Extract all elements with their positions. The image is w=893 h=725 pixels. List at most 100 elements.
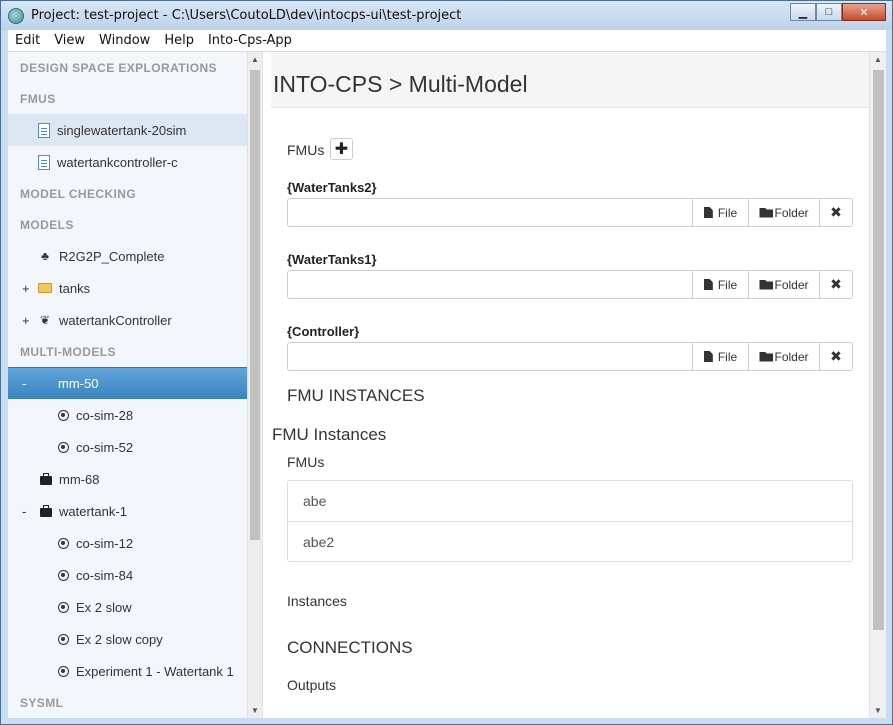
fmu-path-input[interactable] — [288, 271, 693, 298]
fmu-path-input[interactable] — [288, 343, 693, 370]
multi-model-label: mm-68 — [59, 471, 100, 487]
fmus-label: FMUs — [287, 142, 325, 158]
fmu-item-label: singlewatertank-20sim — [57, 122, 187, 138]
cosim-item[interactable]: Experiment 1 - Watertank 1 — [8, 655, 248, 687]
page-header: INTO-CPS > Multi-Model — [271, 52, 869, 108]
cosim-item[interactable]: co-sim-52 — [8, 431, 248, 463]
file-button[interactable]: File — [693, 199, 749, 226]
cosim-item[interactable]: Ex 2 slow — [8, 591, 248, 623]
menu-view[interactable]: View — [47, 33, 92, 48]
section-dse[interactable]: DESIGN SPACE EXPLORATIONS — [8, 52, 262, 83]
file-icon — [703, 207, 713, 218]
cosim-item[interactable]: co-sim-12 — [8, 527, 248, 559]
model-item-watertankcontroller[interactable]: + ❦ watertankController — [8, 304, 248, 336]
model-item-label: tanks — [59, 280, 91, 296]
cosim-label: co-sim-12 — [76, 535, 134, 551]
remove-fmu-button[interactable]: ✖ — [820, 343, 852, 370]
model-item-label: watertankController — [59, 312, 172, 328]
expand-toggle[interactable]: + — [22, 313, 32, 328]
minimize-button[interactable]: ▁ — [790, 3, 816, 21]
menu-help[interactable]: Help — [157, 33, 201, 48]
client-area: DESIGN SPACE EXPLORATIONS FMUS singlewat… — [8, 52, 886, 718]
file-icon — [38, 154, 50, 170]
scroll-up-icon[interactable]: ▲ — [251, 55, 259, 64]
cosim-icon — [58, 441, 69, 453]
file-button-label: File — [717, 349, 738, 364]
folder-icon — [759, 351, 774, 362]
model-item-r2g2p[interactable]: ♣ R2G2P_Complete — [8, 240, 248, 272]
expand-toggle[interactable]: + — [22, 281, 32, 296]
folder-button-label: Folder — [774, 277, 809, 292]
section-multi-models[interactable]: MULTI-MODELS — [8, 336, 262, 367]
cosim-label: co-sim-28 — [76, 407, 134, 423]
cosim-item[interactable]: co-sim-84 — [8, 559, 248, 591]
section-sysml[interactable]: SYSML — [8, 687, 262, 718]
maximize-button[interactable]: □ — [816, 3, 842, 21]
sidebar-scroll-thumb[interactable] — [250, 70, 260, 540]
title-bar[interactable]: Project: test-project - C:\Users\CoutoLD… — [1, 1, 892, 30]
main-scrollbar[interactable]: ▲ ▼ — [869, 52, 886, 718]
folder-button[interactable]: Folder — [749, 199, 820, 226]
app-logo-icon — [8, 7, 24, 24]
fmu-list-item[interactable]: abe2 — [288, 521, 852, 561]
folder-icon — [759, 207, 774, 218]
folder-button[interactable]: Folder — [749, 343, 820, 370]
fmu-name: {WaterTanks1} — [287, 252, 377, 267]
project-browser: DESIGN SPACE EXPLORATIONS FMUS singlewat… — [8, 52, 263, 718]
collapse-toggle[interactable]: - — [22, 376, 32, 391]
cosim-icon — [58, 409, 69, 421]
fmu-item-watertankcontroller[interactable]: watertankcontroller-c — [8, 146, 248, 178]
multi-model-mm-68[interactable]: mm-68 — [8, 463, 248, 495]
cosim-label: Ex 2 slow — [76, 599, 132, 615]
cosim-label: Experiment 1 - Watertank 1 — [76, 663, 234, 679]
folder-button[interactable]: Folder — [749, 271, 820, 298]
sidebar-scrollbar[interactable]: ▲ ▼ — [247, 52, 262, 718]
scroll-down-icon[interactable]: ▼ — [874, 706, 882, 715]
fmu-path-input[interactable] — [288, 199, 693, 226]
menu-window[interactable]: Window — [92, 33, 157, 48]
instances-label: Instances — [287, 593, 347, 609]
cosim-icon — [58, 633, 69, 645]
section-fmus[interactable]: FMUS — [8, 83, 262, 114]
cosim-label: co-sim-84 — [76, 567, 134, 583]
add-fmu-button[interactable]: ✚ — [330, 138, 353, 160]
outputs-label: Outputs — [287, 677, 337, 693]
model-item-label: R2G2P_Complete — [59, 248, 165, 264]
close-window-button[interactable]: ✕ — [842, 3, 886, 21]
collapse-toggle[interactable]: - — [22, 504, 32, 519]
file-icon — [703, 279, 713, 290]
model-item-tanks[interactable]: + tanks — [8, 272, 248, 304]
cosim-label: Ex 2 slow copy — [76, 631, 163, 647]
cosim-item[interactable]: co-sim-28 — [8, 399, 248, 431]
briefcase-icon — [40, 472, 52, 485]
window-controls: ▁ □ ✕ — [790, 3, 886, 21]
fmu-name: {Controller} — [287, 324, 360, 339]
fmu-item-label: watertankcontroller-c — [57, 154, 178, 170]
cosim-label: co-sim-52 — [76, 439, 134, 455]
file-button-label: File — [717, 205, 738, 220]
section-models[interactable]: MODELS — [8, 209, 262, 240]
remove-fmu-button[interactable]: ✖ — [820, 271, 852, 298]
main-scroll-thumb[interactable] — [873, 70, 884, 630]
scroll-down-icon[interactable]: ▼ — [251, 706, 259, 715]
multi-model-watertank-1[interactable]: - watertank-1 — [8, 495, 248, 527]
multi-model-mm-50[interactable]: - mm-50 — [8, 367, 248, 399]
folder-icon — [759, 279, 774, 290]
menu-into-cps-app[interactable]: Into-Cps-App — [201, 33, 299, 48]
file-button[interactable]: File — [693, 343, 749, 370]
main-panel: INTO-CPS > Multi-Model FMUs ✚ {WaterTank… — [271, 52, 886, 718]
cosim-item[interactable]: Ex 2 slow copy — [8, 623, 248, 655]
fmu-list-item[interactable]: abe — [288, 481, 852, 521]
cosim-icon — [58, 537, 69, 549]
file-button-label: File — [717, 277, 738, 292]
folder-button-label: Folder — [774, 349, 809, 364]
scroll-up-icon[interactable]: ▲ — [874, 55, 882, 64]
menu-edit[interactable]: Edit — [8, 33, 47, 48]
file-button[interactable]: File — [693, 271, 749, 298]
remove-fmu-button[interactable]: ✖ — [820, 199, 852, 226]
folder-icon — [38, 283, 52, 293]
fmu-item-singlewatertank[interactable]: singlewatertank-20sim — [8, 114, 248, 146]
window-title: Project: test-project - C:\Users\CoutoLD… — [31, 8, 462, 23]
section-model-checking[interactable]: MODEL CHECKING — [8, 178, 262, 209]
cosim-icon — [58, 569, 69, 581]
